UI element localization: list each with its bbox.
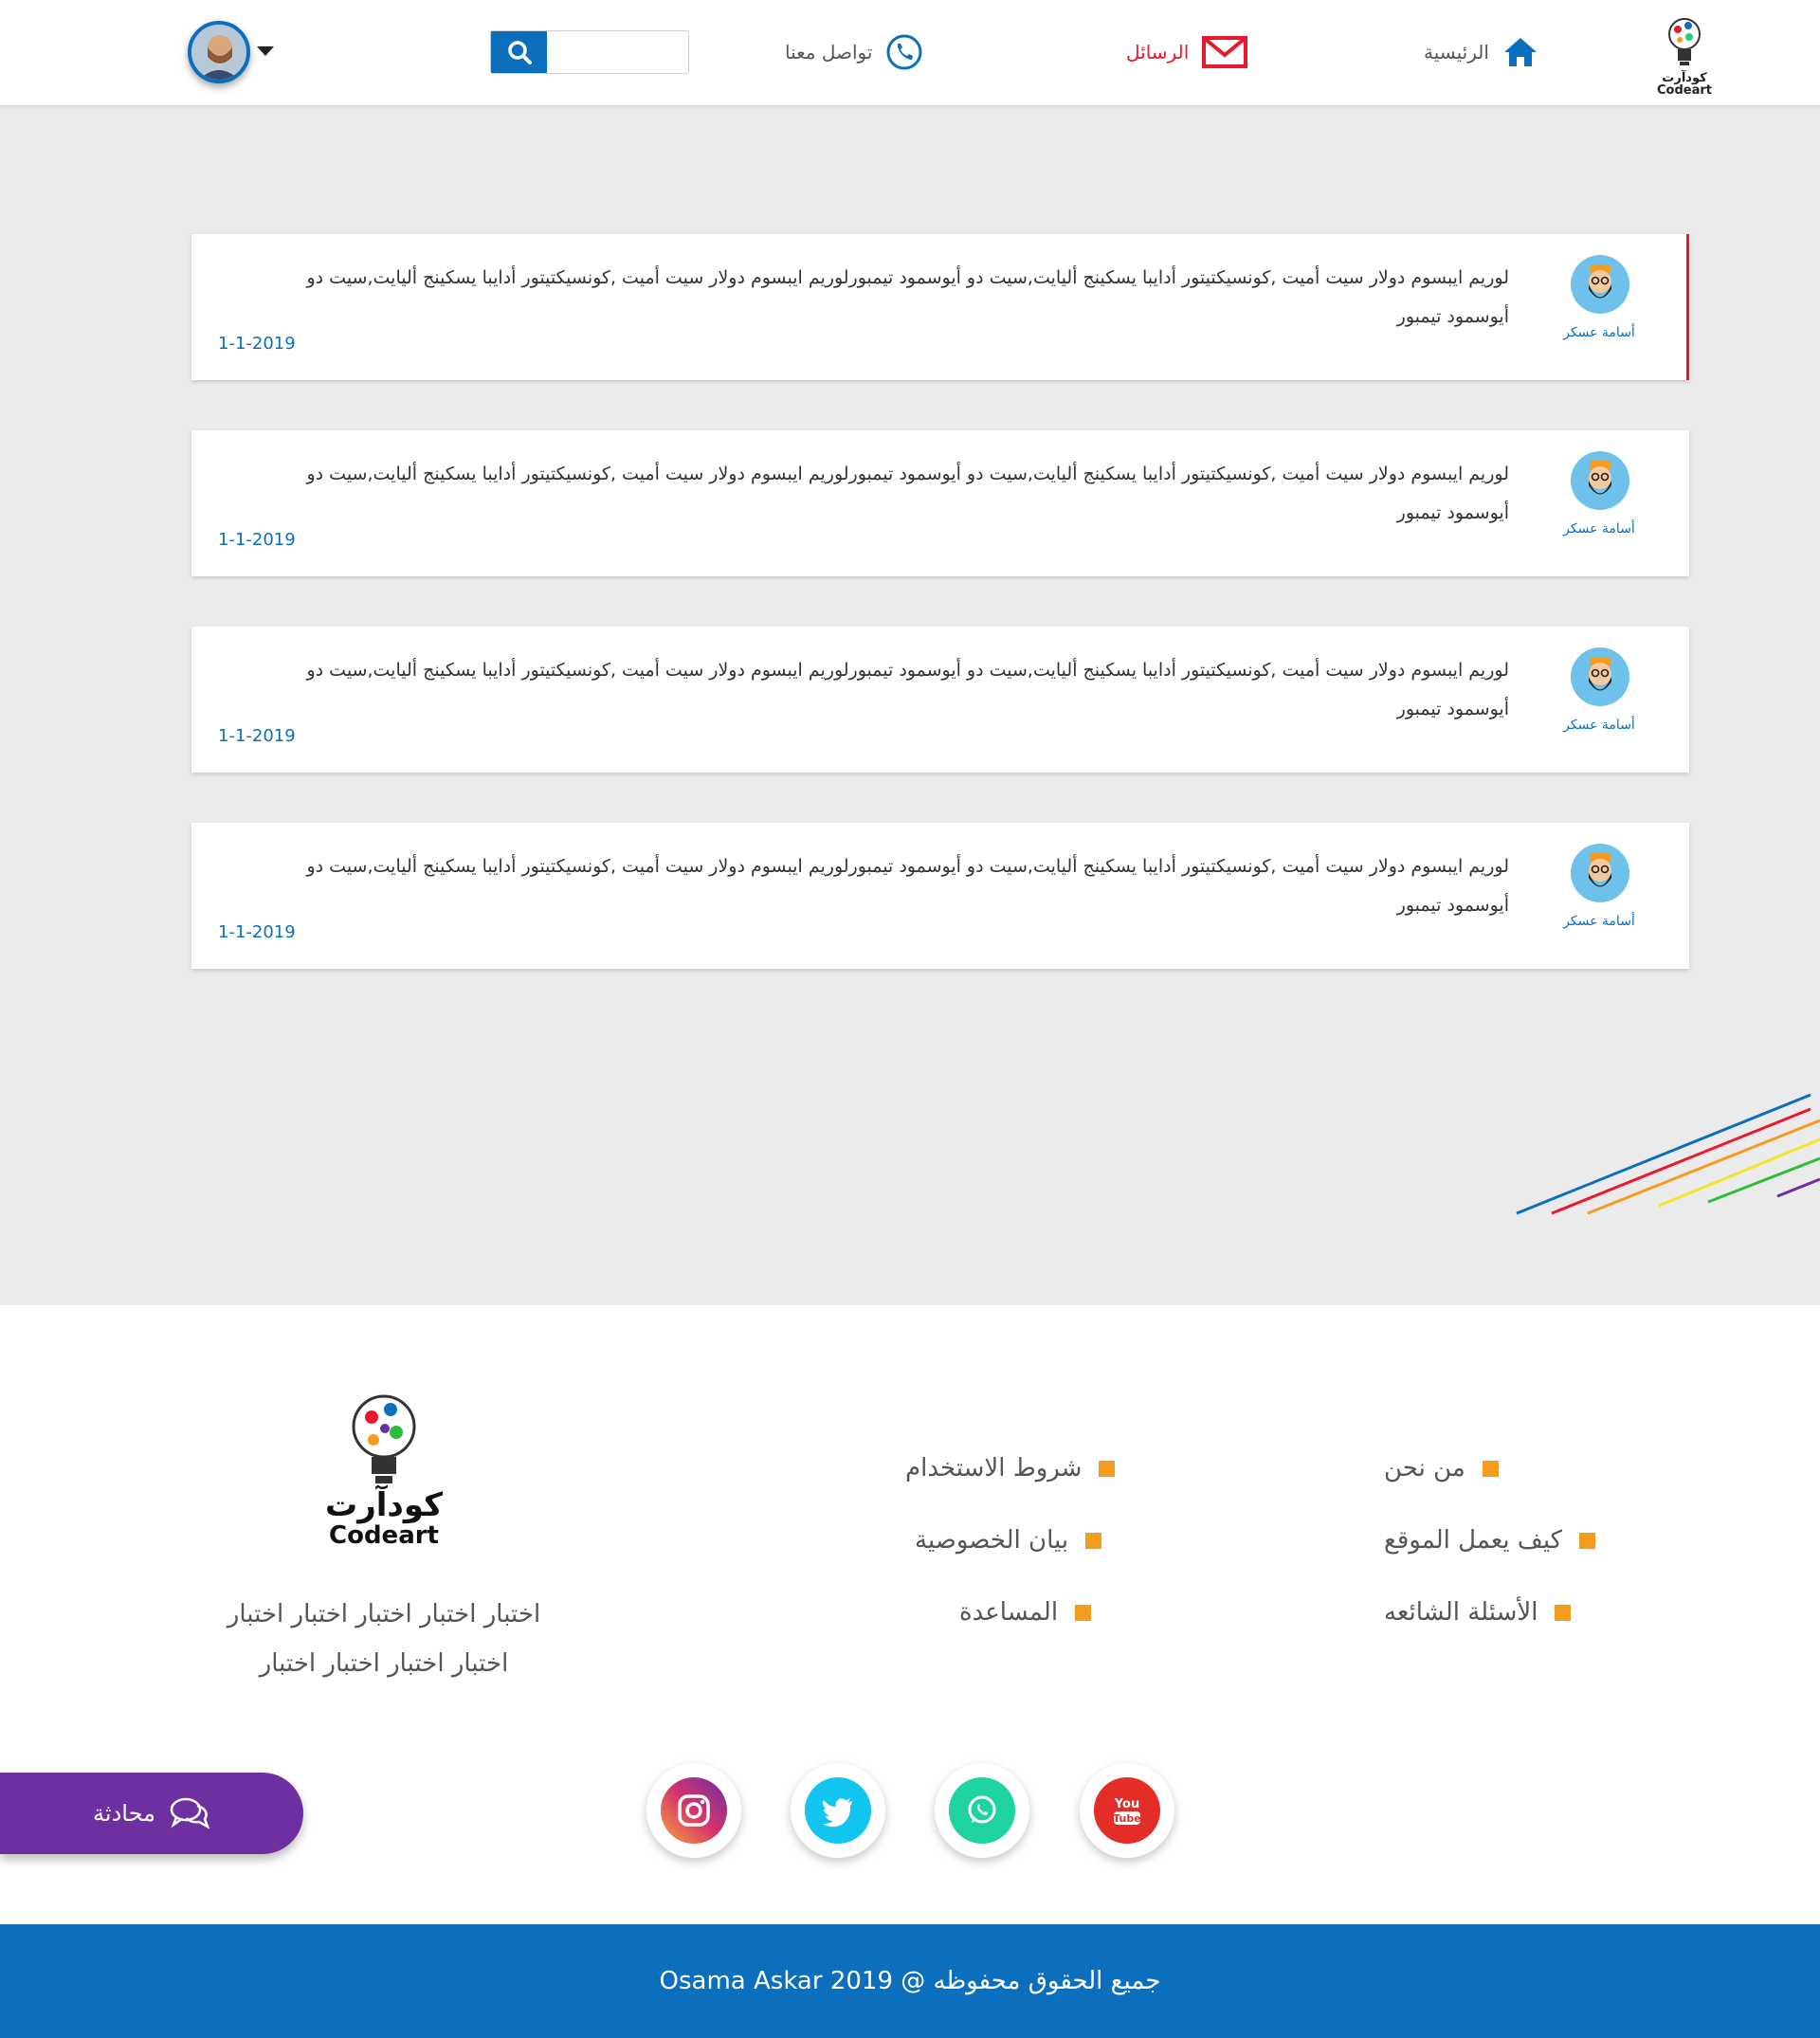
nav-messages-label: الرسائل xyxy=(1126,41,1190,64)
chat-bubbles-icon xyxy=(170,1797,210,1829)
svg-text:Tube: Tube xyxy=(1113,1812,1140,1825)
twitter-link[interactable] xyxy=(791,1763,885,1858)
bullet-square-icon xyxy=(1085,1532,1102,1549)
home-icon xyxy=(1503,38,1537,66)
logo-wordmark: كودآرت Codeart xyxy=(1657,71,1712,98)
svg-text:You: You xyxy=(1114,1797,1139,1811)
chat-button-label: محادثة xyxy=(93,1800,155,1827)
message-date: 1-1-2019 xyxy=(218,530,296,550)
bullet-square-icon xyxy=(1482,1460,1499,1477)
envelope-icon xyxy=(1202,36,1248,68)
nav-home-label: الرئيسية xyxy=(1424,41,1489,64)
twitter-icon xyxy=(805,1777,871,1844)
footer-logo-english: Codeart xyxy=(329,1521,439,1550)
footer-link-terms[interactable]: شروط الاستخدام xyxy=(905,1454,1116,1483)
bearded-man-avatar-icon xyxy=(1589,264,1611,299)
author-avatar xyxy=(1571,844,1629,902)
lightbulb-logo-icon xyxy=(352,1394,416,1483)
message-text: لوريم ايبسوم دولار سيت أميت ,كونسيكتيتور… xyxy=(306,267,1509,327)
message-date: 1-1-2019 xyxy=(218,726,296,746)
message-author: أسامة عسكر xyxy=(1563,325,1635,340)
message-card[interactable]: أسامة عسكر لوريم ايبسوم دولار سيت أميت ,… xyxy=(191,234,1689,380)
nav-messages[interactable]: الرسائل xyxy=(1126,28,1248,76)
footer-link-about[interactable]: من نحن xyxy=(1384,1454,1499,1483)
bearded-man-avatar-icon xyxy=(1589,461,1611,495)
author-avatar xyxy=(1571,451,1629,510)
message-card[interactable]: أسامة عسكر لوريم ايبسوم دولار سيت أميت ,… xyxy=(191,823,1689,969)
site-logo[interactable]: كودآرت Codeart xyxy=(1657,13,1712,97)
search-bar xyxy=(490,30,689,74)
instagram-link[interactable] xyxy=(646,1763,741,1858)
bearded-man-avatar-icon xyxy=(1589,853,1611,887)
author-avatar xyxy=(1571,647,1629,706)
top-navbar: كودآرت Codeart الرئيسية الرسائل تواصل مع… xyxy=(0,0,1820,106)
nav-contact-label: تواصل معنا xyxy=(785,41,873,64)
bearded-man-avatar-icon xyxy=(1589,657,1611,691)
rainbow-lines-decoration xyxy=(1516,1093,1820,1215)
user-photo-icon xyxy=(191,25,246,80)
whatsapp-icon xyxy=(949,1777,1015,1844)
footer-link-faq[interactable]: الأسئلة الشائعه xyxy=(1384,1598,1572,1627)
search-button[interactable] xyxy=(491,31,547,73)
message-text: لوريم ايبسوم دولار سيت أميت ,كونسيكتيتور… xyxy=(306,464,1509,523)
message-text: لوريم ايبسوم دولار سيت أميت ,كونسيكتيتور… xyxy=(306,856,1509,916)
footer-link-privacy[interactable]: بيان الخصوصية xyxy=(915,1526,1102,1555)
message-card[interactable]: أسامة عسكر لوريم ايبسوم دولار سيت أميت ,… xyxy=(191,430,1689,576)
user-menu-caret-icon[interactable] xyxy=(257,46,274,56)
footer-logo-arabic: كودآرت xyxy=(325,1486,443,1524)
message-author: أسامة عسكر xyxy=(1563,914,1635,929)
footer-link-how-it-works[interactable]: كيف يعمل الموقع xyxy=(1384,1526,1596,1555)
message-card[interactable]: أسامة عسكر لوريم ايبسوم دولار سيت أميت ,… xyxy=(191,627,1689,773)
whatsapp-link[interactable] xyxy=(935,1763,1029,1858)
footer-link-help[interactable]: المساعدة xyxy=(959,1598,1092,1627)
bullet-square-icon xyxy=(1579,1532,1596,1549)
instagram-icon xyxy=(661,1777,727,1844)
bullet-square-icon xyxy=(1075,1604,1092,1621)
search-icon xyxy=(507,41,532,64)
search-input[interactable] xyxy=(548,33,684,71)
bullet-square-icon xyxy=(1099,1460,1116,1477)
message-date: 1-1-2019 xyxy=(218,334,296,354)
message-date: 1-1-2019 xyxy=(218,922,296,942)
lightbulb-logo-icon xyxy=(1668,18,1701,65)
nav-contact[interactable]: تواصل معنا xyxy=(785,28,923,76)
copyright-text: جميع الحقوق محفوظه @ 2019 Osama Askar xyxy=(659,1967,1161,1995)
footer-description: اختبار اختبار اختبار اختبار اختبار اختبا… xyxy=(227,1600,541,1678)
message-author: أسامة عسكر xyxy=(1563,521,1635,537)
message-author: أسامة عسكر xyxy=(1563,718,1635,733)
footer-logo[interactable]: كودآرت Codeart xyxy=(322,1389,446,1559)
user-avatar[interactable] xyxy=(188,21,250,83)
youtube-icon: You Tube xyxy=(1094,1777,1160,1844)
phone-icon xyxy=(886,34,922,70)
message-text: لوريم ايبسوم دولار سيت أميت ,كونسيكتيتور… xyxy=(306,660,1509,719)
youtube-link[interactable]: You Tube xyxy=(1080,1763,1174,1858)
author-avatar xyxy=(1571,255,1629,314)
chat-button[interactable]: محادثة xyxy=(0,1773,303,1854)
bullet-square-icon xyxy=(1555,1604,1572,1621)
copyright-bar: جميع الحقوق محفوظه @ 2019 Osama Askar xyxy=(0,1924,1820,2038)
nav-home[interactable]: الرئيسية xyxy=(1424,28,1538,76)
